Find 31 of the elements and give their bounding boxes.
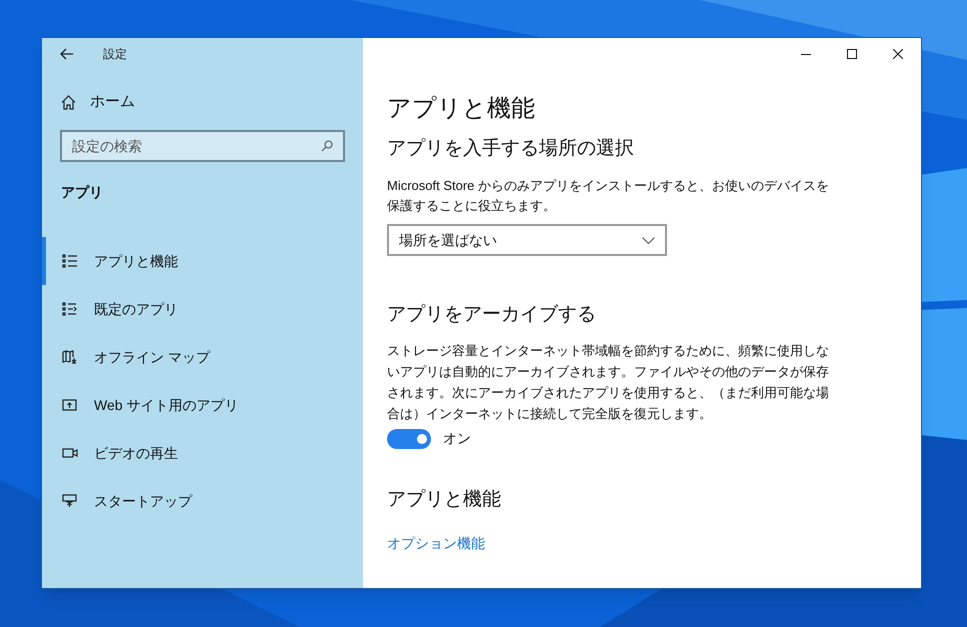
- sidebar-item[interactable]: Web サイト用のアプリ: [42, 381, 363, 429]
- home-icon: [61, 94, 76, 110]
- sidebar-item[interactable]: オフライン マップ: [42, 333, 363, 381]
- location-dropdown[interactable]: 場所を選ばない: [387, 224, 667, 256]
- page-title: アプリと機能: [387, 94, 536, 124]
- toggle-label: オン: [443, 429, 471, 448]
- maximize-icon: [847, 49, 857, 59]
- monitor-arrow-icon: [62, 494, 78, 508]
- section-heading: アプリと機能: [387, 488, 502, 512]
- archive-toggle[interactable]: [387, 428, 431, 448]
- list-icon: [62, 254, 78, 268]
- description-text: ストレージ容量とインターネット帯域幅を節約するために、頻繁に使用しないアプリは自動的にアーカイブされます。ファイルやその他のデータが保存されます。次にアーカイブされたアプリを使用すると、（まだ利用可能な場合は）インターネットに接続して完全版を復元します。: [387, 342, 830, 423]
- window-upload-icon: [62, 398, 78, 412]
- back-arrow-icon[interactable]: [60, 48, 74, 60]
- video-camera-icon: [62, 446, 78, 460]
- window-title: 設定: [103, 46, 127, 63]
- section-heading: アプリを入手する場所の選択: [387, 137, 635, 161]
- search-icon: [321, 140, 333, 152]
- map-download-icon: [62, 350, 78, 364]
- optional-features-link[interactable]: オプション機能: [387, 533, 485, 554]
- sidebar-item[interactable]: スタートアップ: [42, 477, 363, 525]
- search-field[interactable]: 設定の検索: [60, 130, 345, 162]
- close-icon: [893, 49, 903, 59]
- description-text: Microsoft Store からのみアプリをインストールすると、お使いのデバイスを保護することに役立ちます。: [387, 177, 830, 215]
- sidebar-item[interactable]: 既定のアプリ: [42, 285, 363, 333]
- list-arrow-icon: [62, 302, 78, 316]
- chevron-down-icon: [642, 236, 655, 244]
- sidebar-item[interactable]: ビデオの再生: [42, 429, 363, 477]
- home-link[interactable]: ホーム: [42, 91, 363, 113]
- section-heading: アプリ: [60, 183, 104, 202]
- section-heading: アプリをアーカイブする: [387, 303, 597, 327]
